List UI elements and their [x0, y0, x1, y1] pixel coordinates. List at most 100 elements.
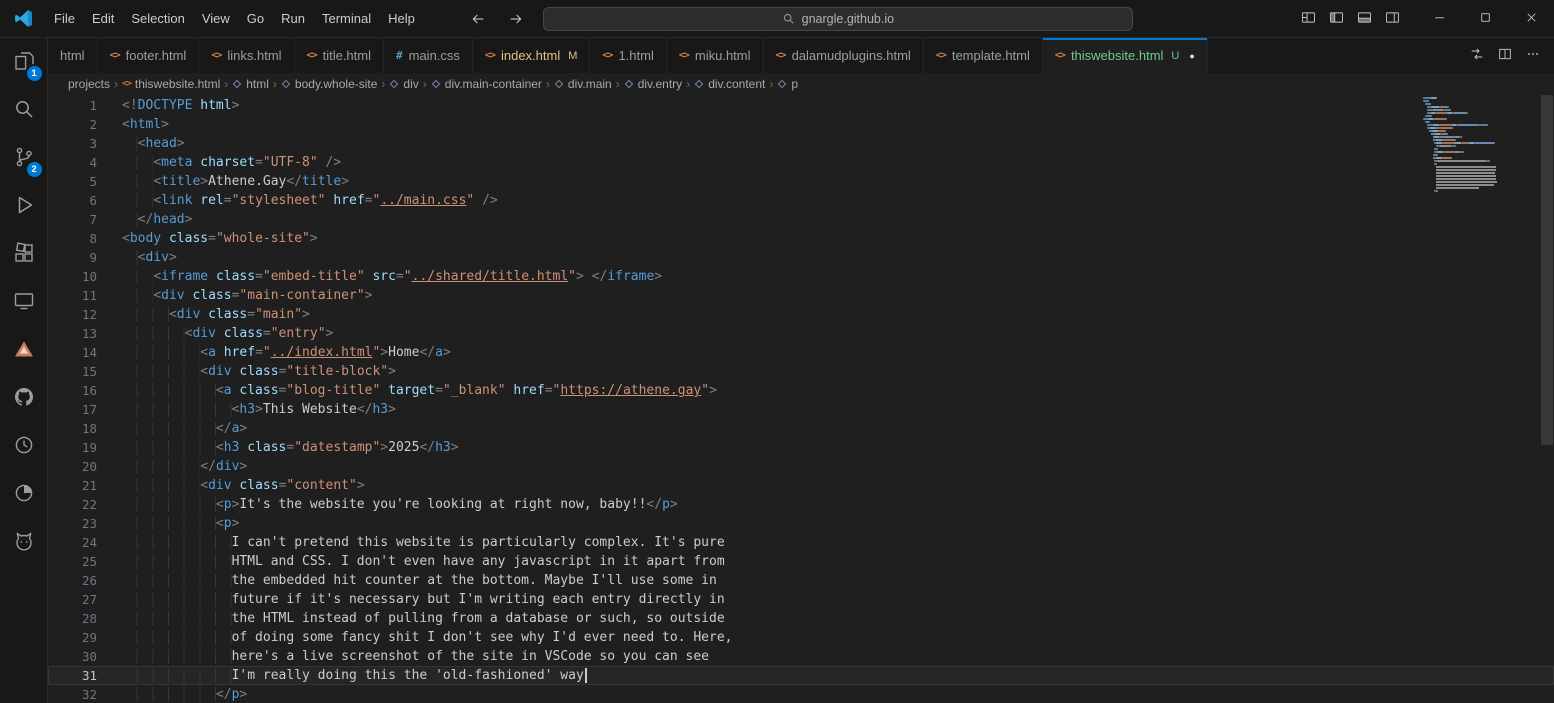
tab-dalamudplugins.html[interactable]: <>dalamudplugins.html — [764, 38, 924, 73]
menu-help[interactable]: Help — [380, 7, 423, 30]
code-text: <div class="main"> — [122, 305, 310, 324]
code-line-16[interactable]: 16 <a class="blog-title" target="_blank"… — [48, 381, 1554, 400]
symbol-icon — [432, 80, 440, 88]
breadcrumb-item-html[interactable]: html — [232, 77, 269, 91]
menu-run[interactable]: Run — [273, 7, 313, 30]
activity-extensions[interactable] — [0, 230, 48, 278]
tab-miku.html[interactable]: <>miku.html — [667, 38, 764, 73]
code-line-30[interactable]: 30 here's a live screenshot of the site … — [48, 647, 1554, 666]
code-line-20[interactable]: 20 </div> — [48, 457, 1554, 476]
code-line-6[interactable]: 6 <link rel="stylesheet" href="../main.c… — [48, 191, 1554, 210]
line-number: 18 — [48, 419, 97, 438]
close-button[interactable] — [1508, 0, 1554, 38]
tab-footer.html[interactable]: <>footer.html — [98, 38, 200, 73]
code-line-22[interactable]: 22 <p>It's the website you're looking at… — [48, 495, 1554, 514]
tab-main.css[interactable]: #main.css — [384, 38, 473, 73]
code-line-15[interactable]: 15 <div class="title-block"> — [48, 362, 1554, 381]
code-line-11[interactable]: 11 <div class="main-container"> — [48, 286, 1554, 305]
breadcrumb-separator-icon: › — [769, 77, 773, 91]
breadcrumb-item-div.entry[interactable]: div.entry — [624, 77, 682, 91]
activity-timeline-history[interactable] — [0, 422, 48, 470]
more-actions-button[interactable] — [1520, 43, 1546, 69]
code-line-9[interactable]: 9 <div> — [48, 248, 1554, 267]
toggle-primary-sidebar-button[interactable] — [1322, 6, 1350, 32]
code-line-28[interactable]: 28 the HTML instead of pulling from a da… — [48, 609, 1554, 628]
menu-terminal[interactable]: Terminal — [314, 7, 379, 30]
breadcrumb-item-div.content[interactable]: div.content — [694, 77, 765, 91]
toggle-panel-button[interactable] — [1350, 6, 1378, 32]
activity-github[interactable] — [0, 374, 48, 422]
customize-layout-button[interactable] — [1294, 6, 1322, 32]
line-number: 28 — [48, 609, 97, 628]
code-line-7[interactable]: 7 </head> — [48, 210, 1554, 229]
tab-title.html[interactable]: <>title.html — [295, 38, 384, 73]
compare-icon — [1469, 46, 1485, 65]
code-line-19[interactable]: 19 <h3 class="datestamp">2025</h3> — [48, 438, 1554, 457]
navigate-forward-icon[interactable] — [505, 8, 527, 30]
code-line-4[interactable]: 4 <meta charset="UTF-8" /> — [48, 153, 1554, 172]
code-line-13[interactable]: 13 <div class="entry"> — [48, 324, 1554, 343]
code-text: <a href="../index.html">Home</a> — [122, 343, 451, 362]
tab-thiswebsite.html[interactable]: <>thiswebsite.htmlU● — [1043, 38, 1208, 73]
open-changes-button[interactable] — [1464, 43, 1490, 69]
dirty-indicator-icon[interactable]: ● — [1189, 51, 1194, 61]
tab-links.html[interactable]: <>links.html — [199, 38, 294, 73]
code-line-12[interactable]: 12 <div class="main"> — [48, 305, 1554, 324]
breadcrumb-item-div.main-container[interactable]: div.main-container — [431, 77, 542, 91]
code-line-1[interactable]: 1<!DOCTYPE html> — [48, 96, 1554, 115]
code-line-21[interactable]: 21 <div class="content"> — [48, 476, 1554, 495]
code-line-2[interactable]: 2<html> — [48, 115, 1554, 134]
code-line-23[interactable]: 23 <p> — [48, 514, 1554, 533]
activity-run-and-debug[interactable] — [0, 182, 48, 230]
minimize-button[interactable] — [1416, 0, 1462, 38]
menu-edit[interactable]: Edit — [84, 7, 122, 30]
activity-extension-triangle[interactable] — [0, 326, 48, 374]
html-file-icon: <> — [122, 79, 131, 89]
code-line-8[interactable]: 8<body class="whole-site"> — [48, 229, 1554, 248]
tab-index.html[interactable]: <>index.htmlM — [473, 38, 590, 73]
breadcrumb-item-projects[interactable]: projects — [68, 77, 110, 91]
line-number: 12 — [48, 305, 97, 324]
scrollbar-thumb[interactable] — [1541, 95, 1553, 445]
breadcrumb-item-thiswebsite.html[interactable]: <>thiswebsite.html — [122, 77, 220, 91]
code-line-26[interactable]: 26 the embedded hit counter at the botto… — [48, 571, 1554, 590]
menu-selection[interactable]: Selection — [123, 7, 192, 30]
tab-html[interactable]: html — [48, 38, 98, 73]
code-line-25[interactable]: 25 HTML and CSS. I don't even have any j… — [48, 552, 1554, 571]
code-line-10[interactable]: 10 <iframe class="embed-title" src="../s… — [48, 267, 1554, 286]
activity-search[interactable] — [0, 86, 48, 134]
code-line-5[interactable]: 5 <title>Athene.Gay</title> — [48, 172, 1554, 191]
activity-extension-pie[interactable] — [0, 470, 48, 518]
code-line-24[interactable]: 24 I can't pretend this website is parti… — [48, 533, 1554, 552]
code-text: <html> — [122, 115, 169, 134]
code-line-31[interactable]: 31 I'm really doing this the 'old-fashio… — [48, 666, 1554, 685]
code-line-18[interactable]: 18 </a> — [48, 419, 1554, 438]
editor[interactable]: 1<!DOCTYPE html>2<html>3 <head>4 <meta c… — [48, 95, 1554, 703]
code-line-3[interactable]: 3 <head> — [48, 134, 1554, 153]
activity-source-control[interactable]: 2 — [0, 134, 48, 182]
breadcrumb-item-div[interactable]: div — [389, 77, 418, 91]
breadcrumb-item-div.main[interactable]: div.main — [554, 77, 612, 91]
split-editor-button[interactable] — [1492, 43, 1518, 69]
code-line-27[interactable]: 27 future if it's necessary but I'm writ… — [48, 590, 1554, 609]
activity-remote-explorer[interactable] — [0, 278, 48, 326]
tab-template.html[interactable]: <>template.html — [924, 38, 1043, 73]
code-line-14[interactable]: 14 <a href="../index.html">Home</a> — [48, 343, 1554, 362]
scrollbar[interactable] — [1540, 95, 1554, 703]
code-line-32[interactable]: 32 </p> — [48, 685, 1554, 703]
menu-go[interactable]: Go — [239, 7, 272, 30]
minimap[interactable] — [1423, 97, 1540, 703]
activity-explorer[interactable]: 1 — [0, 38, 48, 86]
menu-view[interactable]: View — [194, 7, 238, 30]
breadcrumb-item-body.whole-site[interactable]: body.whole-site — [281, 77, 378, 91]
code-line-29[interactable]: 29 of doing some fancy shit I don't see … — [48, 628, 1554, 647]
breadcrumb-item-p[interactable]: p — [777, 77, 798, 91]
command-center-search[interactable]: gnargle.github.io — [543, 7, 1133, 31]
tab-1.html[interactable]: <>1.html — [590, 38, 666, 73]
activity-extension-cat[interactable] — [0, 518, 48, 566]
maximize-button[interactable] — [1462, 0, 1508, 38]
code-line-17[interactable]: 17 <h3>This Website</h3> — [48, 400, 1554, 419]
navigate-back-icon[interactable] — [467, 8, 489, 30]
toggle-secondary-sidebar-button[interactable] — [1378, 6, 1406, 32]
menu-file[interactable]: File — [46, 7, 83, 30]
